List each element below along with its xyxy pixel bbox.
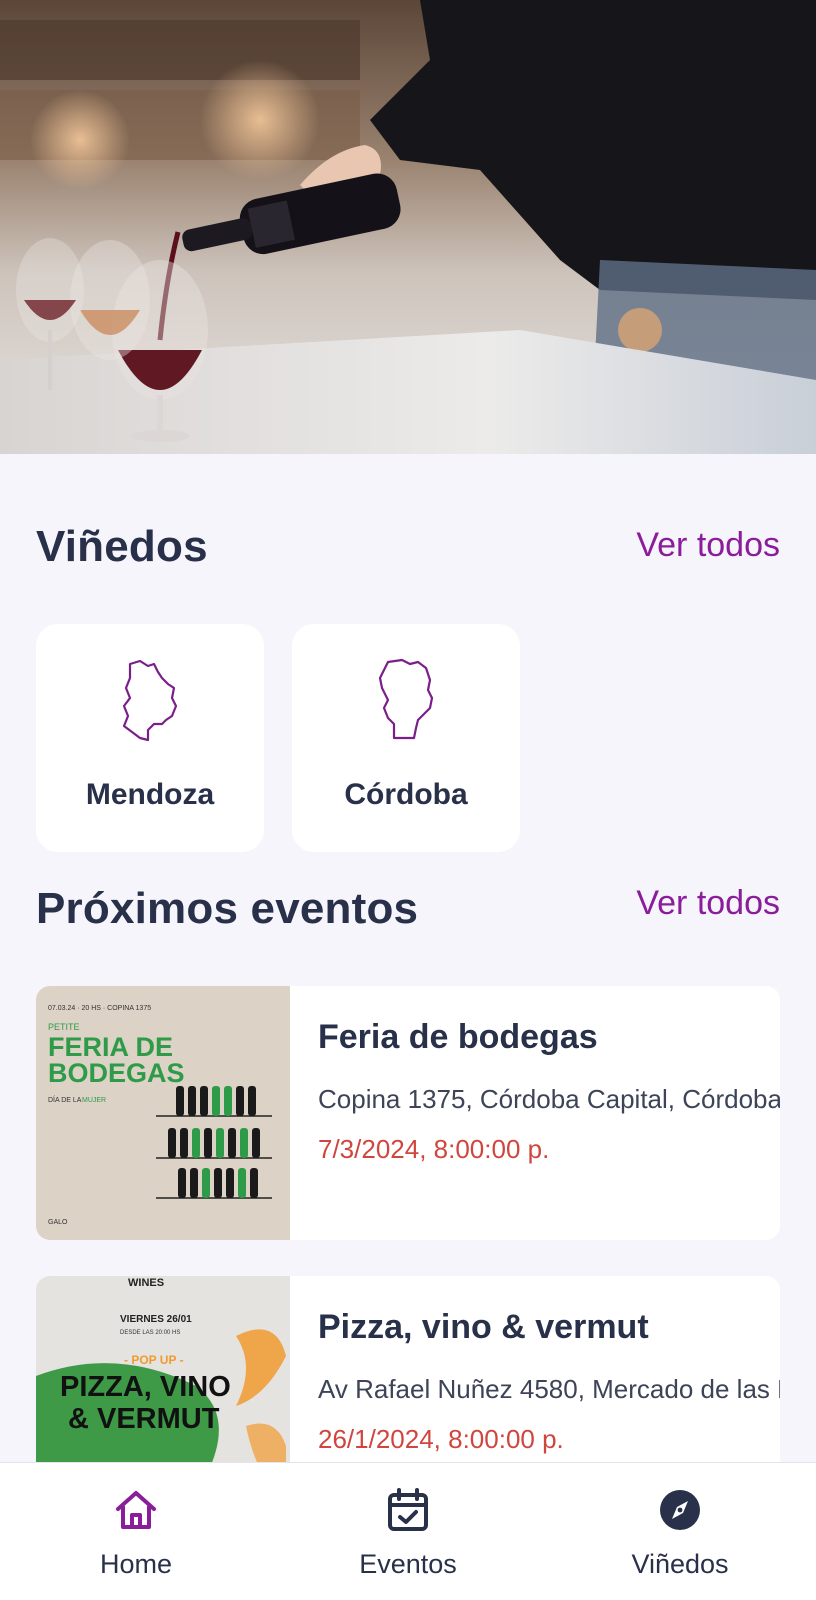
event-date: 26/1/2024, 8:00:00 p. — [318, 1424, 564, 1454]
event-poster-feria: 07.03.24 · 20 HS · COPINA 1375 PETITE FE… — [36, 986, 290, 1240]
poster-pizza-popup: - POP UP - — [124, 1353, 184, 1367]
poster-pizza-headline-2: & VERMUT — [68, 1403, 220, 1435]
region-card-mendoza[interactable]: Mendoza — [36, 624, 264, 852]
bottom-navigation: Home Eventos Viñedos — [0, 1462, 816, 1600]
home-icon — [116, 1491, 156, 1529]
poster-feria-kicker: PETITE — [48, 1022, 80, 1032]
vineyards-header: Viñedos Ver todos — [36, 522, 780, 582]
poster-pizza-headline-1: PIZZA, VINO — [60, 1371, 231, 1403]
poster-pizza-date-line: VIERNES 26/01 — [120, 1314, 192, 1325]
vineyards-see-all-link[interactable]: Ver todos — [636, 526, 780, 565]
poster-feria-brand: GALO — [48, 1219, 68, 1226]
poster-feria-top-line: 07.03.24 · 20 HS · COPINA 1375 — [48, 1005, 151, 1012]
hero-image — [0, 0, 816, 454]
poster-feria-sub-a: DÍA DE LA — [48, 1095, 82, 1104]
region-label-mendoza: Mendoza — [85, 778, 215, 811]
nav-item-eventos[interactable]: Eventos — [272, 1463, 544, 1600]
event-card-feria[interactable]: 07.03.24 · 20 HS · COPINA 1375 PETITE FE… — [36, 986, 780, 1240]
events-header: Próximos eventos Ver todos — [36, 884, 780, 944]
nav-label-home: Home — [99, 1549, 173, 1579]
event-title: Feria de bodegas — [318, 1018, 598, 1056]
nav-item-home[interactable]: Home — [0, 1463, 272, 1600]
poster-pizza-brand: WINES — [128, 1277, 164, 1289]
compass-icon — [660, 1490, 700, 1530]
nav-label-vinedos: Viñedos — [631, 1549, 729, 1579]
poster-feria-headline-2: BODEGAS — [48, 1058, 185, 1088]
vineyards-title: Viñedos — [36, 522, 208, 571]
poster-pizza-time-line: DESDE LAS 20:00 HS — [120, 1330, 180, 1336]
region-label-cordoba: Córdoba — [344, 778, 468, 811]
region-card-cordoba[interactable]: Córdoba — [292, 624, 520, 852]
events-see-all-link[interactable]: Ver todos — [636, 884, 780, 923]
event-date: 7/3/2024, 8:00:00 p. — [318, 1134, 550, 1164]
nav-item-vinedos[interactable]: Viñedos — [544, 1463, 816, 1600]
poster-feria-sub-b: MUJER — [82, 1097, 106, 1104]
mendoza-map-icon — [122, 659, 178, 742]
wine-pouring-photo — [0, 0, 816, 454]
event-title: Pizza, vino & vermut — [318, 1308, 649, 1346]
cordoba-map-icon — [378, 658, 434, 740]
event-address: Copina 1375, Córdoba Capital, Córdoba — [318, 1084, 780, 1114]
nav-label-eventos: Eventos — [359, 1549, 457, 1579]
event-address: Av Rafael Nuñez 4580, Mercado de las Ro — [318, 1374, 780, 1404]
calendar-icon — [388, 1488, 428, 1531]
events-title: Próximos eventos — [36, 884, 419, 933]
